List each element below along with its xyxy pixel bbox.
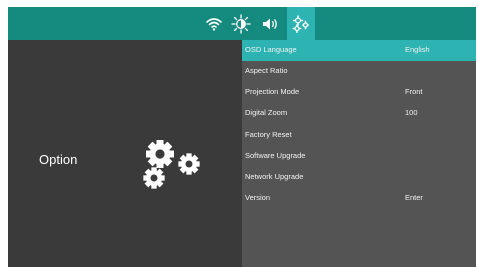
top-tab-bar — [8, 7, 476, 40]
option-menu: OSD Language English Aspect Ratio Projec… — [242, 40, 476, 267]
menu-item-digital-zoom[interactable]: Digital Zoom 100 — [242, 103, 476, 124]
menu-item-network-upgrade[interactable]: Network Upgrade — [242, 167, 476, 188]
menu-item-label: Version — [245, 193, 271, 202]
category-title: Option — [39, 152, 78, 167]
menu-item-label: Projection Mode — [245, 87, 300, 96]
menu-item-value: 100 — [405, 108, 418, 117]
tab-audio[interactable] — [258, 7, 284, 40]
speaker-icon — [263, 18, 277, 29]
menu-item-label: OSD Language — [245, 45, 297, 54]
menu-item-value: English — [405, 45, 430, 54]
menu-item-label: Factory Reset — [245, 130, 292, 139]
menu-item-label: Network Upgrade — [245, 172, 304, 181]
menu-item-value: Enter — [405, 193, 423, 202]
menu-item-label: Digital Zoom — [245, 108, 288, 117]
tab-option[interactable] — [287, 7, 315, 40]
tab-brightness[interactable] — [228, 7, 254, 40]
menu-item-aspect-ratio[interactable]: Aspect Ratio — [242, 61, 476, 82]
wifi-icon — [206, 17, 222, 31]
gears-icon — [292, 14, 309, 33]
menu-item-label: Software Upgrade — [245, 151, 306, 160]
settings-screen: Option OSD Language English Aspect Ratio… — [8, 7, 476, 267]
menu-item-label: Aspect Ratio — [245, 66, 288, 75]
menu-item-osd-language[interactable]: OSD Language English — [242, 40, 476, 61]
menu-item-value: Front — [405, 87, 423, 96]
menu-item-factory-reset[interactable]: Factory Reset — [242, 125, 476, 146]
category-panel: Option — [8, 40, 242, 267]
gears-icon — [143, 140, 200, 189]
brightness-icon — [231, 13, 251, 34]
menu-item-software-upgrade[interactable]: Software Upgrade — [242, 146, 476, 167]
tab-wifi[interactable] — [202, 7, 226, 40]
menu-item-version[interactable]: Version Enter — [242, 188, 476, 209]
menu-item-projection-mode[interactable]: Projection Mode Front — [242, 82, 476, 103]
